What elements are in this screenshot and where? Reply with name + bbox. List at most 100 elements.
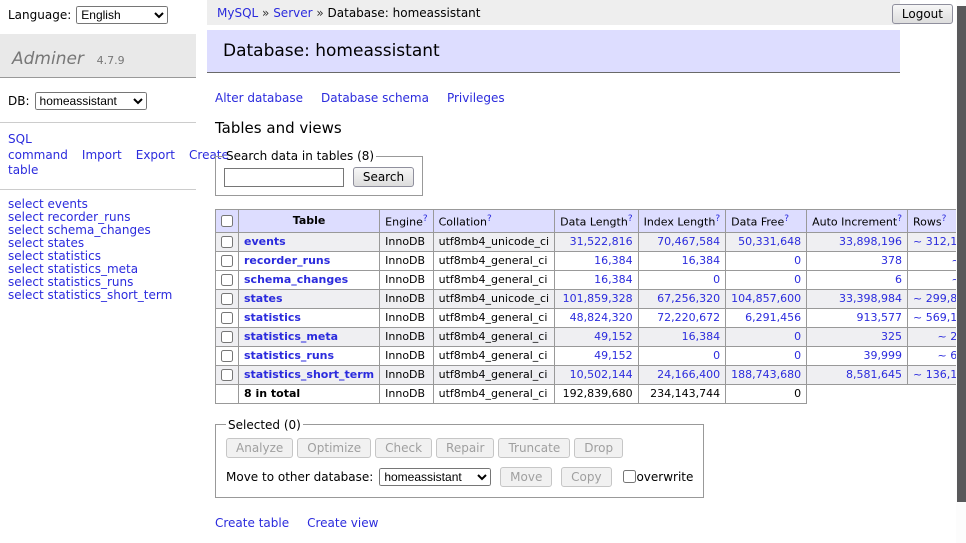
optimize-button[interactable]: Optimize [297, 438, 371, 458]
copy-button[interactable]: Copy [561, 467, 611, 487]
row-checkbox[interactable] [221, 236, 233, 248]
database-schema-link[interactable]: Database schema [321, 91, 429, 105]
row-checkbox[interactable] [221, 369, 233, 381]
row-checkbox[interactable] [221, 293, 233, 305]
create-view-link[interactable]: Create view [307, 516, 378, 530]
table-name-link[interactable]: statistics [244, 311, 301, 324]
data_length-link[interactable]: 10,502,144 [570, 368, 633, 381]
table-row-states: statesInnoDButf8mb4_unicode_ci101,859,32… [216, 289, 966, 308]
index_length-link[interactable]: 24,166,400 [657, 368, 720, 381]
tables-section-title: Tables and views [215, 119, 900, 137]
sidebar-table-link-select-events[interactable]: select events [8, 198, 188, 211]
drop-button[interactable]: Drop [574, 438, 623, 458]
help-link-index-length[interactable]: ? [715, 214, 720, 224]
move-db-select[interactable]: homeassistant [379, 468, 491, 486]
sidebar-table-link-select-states[interactable]: select states [8, 237, 188, 250]
select-all-checkbox[interactable] [221, 215, 233, 227]
auto_increment-link[interactable]: 33,398,984 [839, 292, 902, 305]
sidebar-action-import[interactable]: Import [82, 148, 122, 162]
breadcrumb-link-mysql[interactable]: MySQL [217, 6, 258, 20]
index_length-link[interactable]: 0 [713, 273, 720, 286]
breadcrumb: MySQL » Server » Database: homeassistant [207, 0, 900, 25]
row-checkbox[interactable] [221, 274, 233, 286]
data_free-link[interactable]: 104,857,600 [731, 292, 801, 305]
row-checkbox[interactable] [221, 255, 233, 267]
sidebar-table-link-select-statistics-runs[interactable]: select statistics_runs [8, 276, 188, 289]
auto_increment-link[interactable]: 39,999 [864, 349, 903, 362]
table-name-link[interactable]: statistics_short_term [244, 368, 374, 381]
truncate-button[interactable]: Truncate [498, 438, 570, 458]
data_free-link[interactable]: 50,331,648 [738, 235, 801, 248]
row-checkbox[interactable] [221, 350, 233, 362]
index_length-link[interactable]: 0 [713, 349, 720, 362]
sidebar-table-link-select-schema-changes[interactable]: select schema_changes [8, 224, 188, 237]
help-link-data-free[interactable]: ? [784, 214, 789, 224]
auto_increment-link[interactable]: 913,577 [857, 311, 903, 324]
auto_increment-link[interactable]: 33,898,196 [839, 235, 902, 248]
auto_increment-link[interactable]: 6 [895, 273, 902, 286]
data_length-link[interactable]: 31,522,816 [570, 235, 633, 248]
help-link-collation[interactable]: ? [487, 214, 492, 224]
data_length-link[interactable]: 48,824,320 [570, 311, 633, 324]
data_length-link[interactable]: 16,384 [594, 273, 633, 286]
index_length-link[interactable]: 16,384 [682, 330, 721, 343]
data_free-link[interactable]: 0 [794, 254, 801, 267]
data_free-cell: 0 [726, 327, 807, 346]
data_length-link[interactable]: 49,152 [594, 349, 633, 362]
table-name-cell: recorder_runs [239, 251, 380, 270]
table-name-link[interactable]: states [244, 292, 283, 305]
data_length-link[interactable]: 49,152 [594, 330, 633, 343]
data_free-link[interactable]: 6,291,456 [745, 311, 801, 324]
help-link-rows[interactable]: ? [942, 214, 947, 224]
create-table-link[interactable]: Create table [215, 516, 289, 530]
analyze-button[interactable]: Analyze [226, 438, 293, 458]
auto_increment-link[interactable]: 325 [881, 330, 902, 343]
table-name-link[interactable]: events [244, 235, 286, 248]
data_free-link[interactable]: 0 [794, 330, 801, 343]
breadcrumb-link-server[interactable]: Server [273, 6, 312, 20]
data_length-link[interactable]: 101,859,328 [563, 292, 633, 305]
column-header-label: Data Free [731, 216, 784, 229]
sidebar-table-link-select-statistics-short-term[interactable]: select statistics_short_term [8, 289, 188, 302]
repair-button[interactable]: Repair [436, 438, 494, 458]
help-link-auto-increment[interactable]: ? [897, 214, 902, 224]
logout-button[interactable]: Logout [892, 4, 953, 24]
table-name-link[interactable]: recorder_runs [244, 254, 330, 267]
scrollbar-track[interactable] [956, 0, 966, 543]
move-button[interactable]: Move [500, 467, 552, 487]
index_length-link[interactable]: 72,220,672 [657, 311, 720, 324]
sidebar-table-link-select-recorder-runs[interactable]: select recorder_runs [8, 211, 188, 224]
auto_increment-link[interactable]: 378 [881, 254, 902, 267]
check-button[interactable]: Check [375, 438, 432, 458]
sidebar-action-export[interactable]: Export [136, 148, 175, 162]
data_free-link[interactable]: 188,743,680 [731, 368, 801, 381]
index_length-link[interactable]: 16,384 [682, 254, 721, 267]
privileges-link[interactable]: Privileges [447, 91, 505, 105]
language-select[interactable]: English [76, 6, 168, 24]
help-link-data-length[interactable]: ? [628, 214, 633, 224]
sidebar-action-sql-command[interactable]: SQL command [8, 132, 68, 162]
data_free-link[interactable]: 0 [794, 349, 801, 362]
data_free-link[interactable]: 0 [794, 273, 801, 286]
row-checkbox[interactable] [221, 331, 233, 343]
data_free-cell: 0 [726, 251, 807, 270]
table-name-link[interactable]: statistics_runs [244, 349, 334, 362]
table-name-link[interactable]: statistics_meta [244, 330, 338, 343]
db-select[interactable]: homeassistant [35, 92, 147, 110]
row-checkbox[interactable] [221, 312, 233, 324]
index_length-link[interactable]: 70,467,584 [657, 235, 720, 248]
overwrite-checkbox[interactable] [623, 470, 636, 483]
table-name-cell: events [239, 232, 380, 251]
auto_increment-link[interactable]: 8,581,645 [846, 368, 902, 381]
index_length-link[interactable]: 67,256,320 [657, 292, 720, 305]
help-link-engine[interactable]: ? [423, 214, 428, 224]
selected-fieldset: Selected (0) AnalyzeOptimizeCheckRepairT… [215, 418, 704, 498]
data_length-link[interactable]: 16,384 [594, 254, 633, 267]
sidebar-table-link-select-statistics[interactable]: select statistics [8, 250, 188, 263]
search-button[interactable]: Search [353, 167, 414, 187]
table-name-link[interactable]: schema_changes [244, 273, 348, 286]
alter-database-link[interactable]: Alter database [215, 91, 303, 105]
search-input[interactable] [224, 168, 344, 187]
sidebar-table-link-select-statistics-meta[interactable]: select statistics_meta [8, 263, 188, 276]
scrollbar-thumb[interactable] [957, 6, 966, 502]
